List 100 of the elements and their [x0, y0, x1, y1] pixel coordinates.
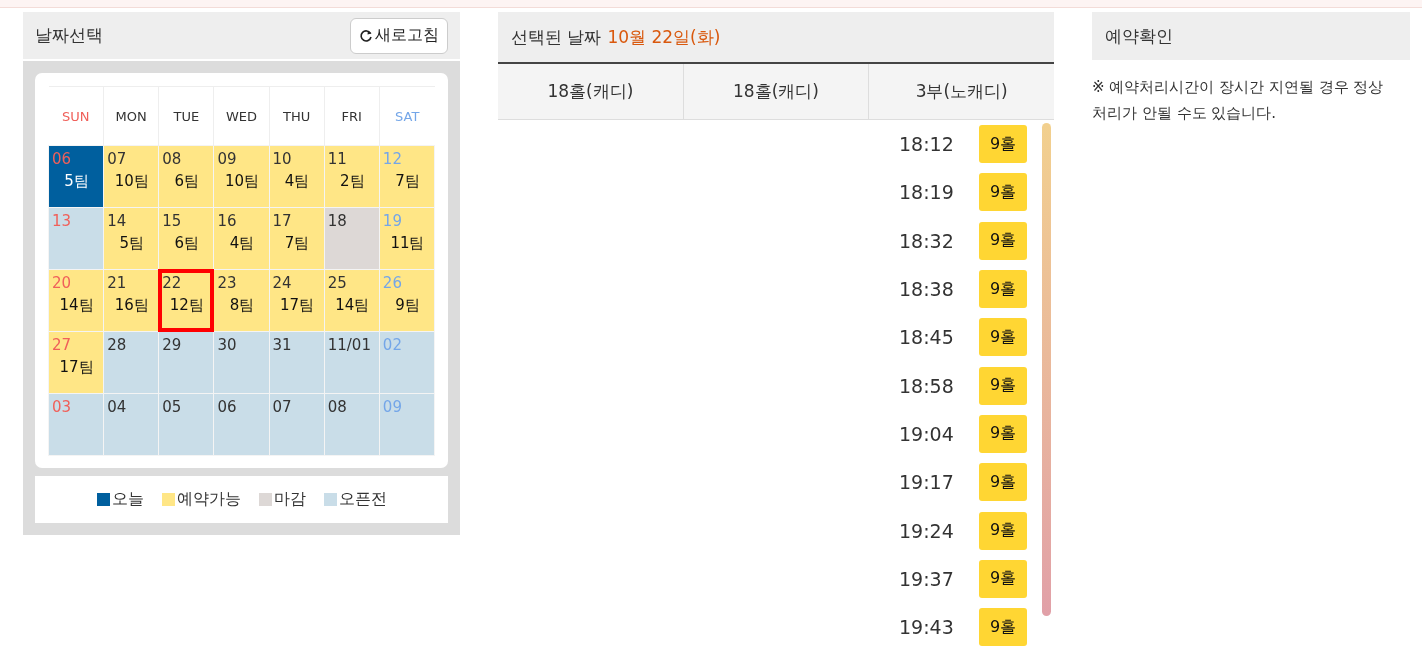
calendar-day[interactable]: 18: [324, 207, 380, 270]
calendar-day[interactable]: 04: [103, 393, 159, 456]
calendar-day[interactable]: 15 6팀: [158, 207, 214, 270]
calendar-day[interactable]: 14 5팀: [103, 207, 159, 270]
day-number: 13: [52, 212, 73, 230]
calendar-day[interactable]: 20 14팀: [48, 269, 104, 332]
tee-time: 18:19: [899, 181, 955, 204]
tee-time: 18:45: [899, 326, 955, 349]
calendar-day[interactable]: 23 8팀: [213, 269, 270, 332]
day-number: 27: [52, 336, 73, 354]
holes-button[interactable]: 9홀: [979, 366, 1027, 405]
calendar-day[interactable]: 27 17팀: [48, 331, 104, 394]
legend-swatch: [96, 493, 110, 506]
team-count: 9팀: [394, 296, 421, 315]
team-count: 4팀: [228, 234, 256, 253]
team-count: 7팀: [283, 234, 311, 253]
legend-label: 예약가능: [176, 489, 241, 510]
day-number: 12: [382, 150, 403, 168]
legend-label: 마감: [273, 489, 306, 510]
tee-time: 18:58: [899, 374, 955, 397]
day-number: 11: [327, 150, 348, 168]
legend-swatch: [161, 493, 175, 506]
team-count: 16팀: [113, 296, 150, 315]
day-number: 19: [382, 212, 403, 230]
calendar-day[interactable]: 16 4팀: [213, 207, 270, 270]
column-header: 3부(노캐디): [868, 64, 1054, 119]
calendar-day[interactable]: 25 14팀: [324, 269, 380, 332]
legend-swatch: [323, 493, 337, 506]
team-count: 5팀: [63, 172, 90, 191]
day-number: 11/01: [327, 336, 372, 354]
holes-button[interactable]: 9홀: [979, 511, 1027, 550]
selected-date: 10월 22일(화): [607, 25, 721, 49]
calendar-day[interactable]: 07: [269, 393, 325, 456]
calendar-day[interactable]: 26 9팀: [379, 269, 435, 332]
refresh-button[interactable]: 새로고침: [350, 17, 448, 54]
calendar-day[interactable]: 08 6팀: [158, 145, 214, 208]
holes-button[interactable]: 9홀: [979, 608, 1027, 647]
day-number: 09: [382, 398, 403, 416]
team-count: 6팀: [173, 172, 201, 191]
calendar-day[interactable]: 31: [269, 331, 325, 394]
team-count: 6팀: [173, 234, 201, 253]
team-count: 17팀: [58, 358, 95, 377]
day-number: 08: [327, 398, 348, 416]
team-count: 2팀: [339, 172, 366, 191]
day-number: 06: [217, 398, 238, 416]
calendar-day[interactable]: 28: [103, 331, 159, 394]
panel-title: 선택된 날짜: [511, 25, 602, 49]
day-number: 09: [217, 150, 238, 168]
calendar-day[interactable]: 06: [213, 393, 270, 456]
day-number: 06: [52, 150, 73, 168]
calendar-day[interactable]: 30: [213, 331, 270, 394]
day-number: 21: [107, 274, 128, 292]
day-number: 26: [382, 274, 403, 292]
holes-button[interactable]: 9홀: [979, 125, 1027, 164]
holes-button[interactable]: 9홀: [979, 270, 1027, 309]
calendar-day[interactable]: 22 12팀: [158, 269, 214, 332]
legend-label: 오픈전: [338, 489, 387, 510]
team-count: 5팀: [118, 234, 145, 253]
tee-time: 19:17: [899, 471, 955, 494]
holes-button[interactable]: 9홀: [979, 559, 1027, 598]
holes-button[interactable]: 9홀: [979, 414, 1027, 453]
day-number: 18: [327, 212, 348, 230]
calendar-day[interactable]: 10 4팀: [269, 145, 325, 208]
calendar-day[interactable]: 11/01: [324, 331, 380, 394]
calendar-day[interactable]: 09 10팀: [213, 145, 270, 208]
calendar-day[interactable]: 12 7팀: [379, 145, 435, 208]
holes-button[interactable]: 9홀: [979, 463, 1027, 502]
calendar-day[interactable]: 06 5팀: [48, 145, 104, 208]
team-count: 7팀: [394, 172, 421, 191]
day-number: 20: [52, 274, 73, 292]
calendar-day[interactable]: 07 10팀: [103, 145, 159, 208]
day-number: 05: [162, 398, 183, 416]
day-number: 07: [107, 150, 128, 168]
day-number: 16: [217, 212, 238, 230]
calendar-day[interactable]: 11 2팀: [324, 145, 380, 208]
tee-time: 19:24: [899, 519, 955, 542]
day-number: 02: [382, 336, 403, 354]
tee-time: 19:37: [899, 567, 955, 590]
calendar-day[interactable]: 29: [158, 331, 214, 394]
day-number: 17: [272, 212, 293, 230]
calendar-day[interactable]: 24 17팀: [269, 269, 325, 332]
calendar-day[interactable]: 05: [158, 393, 214, 456]
holes-button[interactable]: 9홀: [979, 318, 1027, 357]
scrollbar[interactable]: [1042, 123, 1051, 616]
calendar-day[interactable]: 08: [324, 393, 380, 456]
holes-button[interactable]: 9홀: [979, 173, 1027, 212]
team-count: 10팀: [223, 172, 261, 191]
legend-swatch: [258, 493, 272, 506]
calendar-day[interactable]: 17 7팀: [269, 207, 325, 270]
legend-label: 오늘: [111, 489, 144, 510]
day-number: 31: [272, 336, 293, 354]
calendar-day[interactable]: 21 16팀: [103, 269, 159, 332]
team-count: 11팀: [389, 234, 426, 253]
day-number: 29: [162, 336, 183, 354]
tee-time: 18:32: [899, 229, 955, 252]
team-count: 14팀: [58, 296, 95, 315]
day-number: 25: [327, 274, 348, 292]
holes-button[interactable]: 9홀: [979, 221, 1027, 260]
day-number: 30: [217, 336, 238, 354]
calendar-day[interactable]: 19 11팀: [379, 207, 435, 270]
